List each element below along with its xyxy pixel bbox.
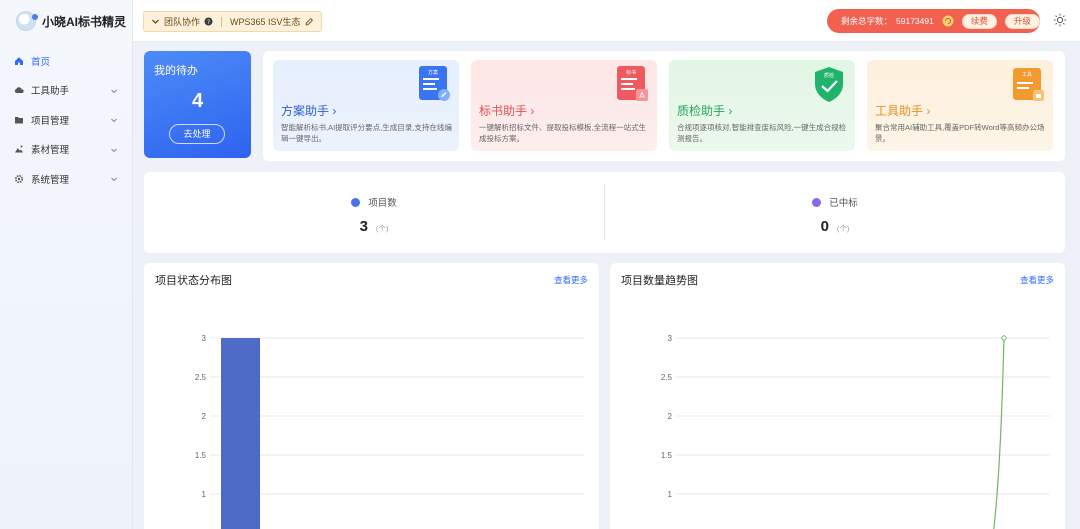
quota-value: 59173491	[896, 16, 934, 26]
y-tick-label: 2	[668, 412, 673, 421]
chevron-down-icon	[111, 118, 117, 123]
divider	[221, 16, 223, 27]
stat-unit: (个)	[375, 224, 389, 233]
stat-project-count: 项目数 3 (个)	[144, 172, 604, 253]
help-icon[interactable]: ?	[204, 17, 213, 26]
topbar: 团队协作 ? WPS365 ISV生态 剩余总字数： 59173491 续费 升…	[133, 0, 1080, 42]
project-trend-chart-card: 项目数量趋势图 查看更多 3 2.5 2 1.5 1	[610, 263, 1065, 529]
stat-dot-icon	[812, 197, 822, 207]
sidebar-item-label: 项目管理	[31, 115, 70, 127]
project-status-chart-card: 项目状态分布图 查看更多 3 2.5 2 1.5 1	[144, 263, 599, 529]
y-tick-label: 2	[202, 412, 207, 421]
bid-document-icon: A 标书	[617, 66, 648, 101]
tool-description: 聚合常用AI辅助工具,覆盖PDF转Word等高频办公场景。	[875, 123, 1045, 143]
sidebar-item-label: 工具助手	[31, 86, 70, 98]
todo-title: 我的待办	[154, 65, 198, 77]
tool-description: 一键解析招标文件、提取投标模板,全流程一站式生成投标方案。	[479, 123, 647, 143]
image-icon	[14, 144, 24, 154]
y-tick-label: 2.5	[195, 373, 207, 382]
go-process-button[interactable]: 去处理	[169, 124, 225, 144]
bar	[221, 338, 260, 529]
shield-icon: 质检	[815, 67, 843, 102]
stat-label: 项目数	[368, 198, 397, 209]
tool-title: 标书助手 ›	[479, 104, 535, 118]
stat-dot-icon	[351, 197, 361, 207]
y-tick-label: 1	[668, 490, 673, 499]
chevron-down-icon	[111, 148, 117, 152]
mascot-logo-icon	[16, 11, 38, 31]
tool-badge: 方案	[428, 69, 438, 76]
trend-line-chart: 3 2.5 2 1.5 1	[661, 334, 1050, 529]
sidebar-item-tools[interactable]: 工具助手	[0, 76, 132, 106]
toolbox-icon: 工具	[1013, 68, 1044, 101]
tool-title: 方案助手 ›	[281, 104, 337, 118]
stat-won-count: 已中标 0 (个)	[605, 172, 1065, 253]
sidebar: 小晓AI标书精灵 首页 工具助手 项目管理 素材管理 系统管理	[0, 0, 133, 529]
stat-value: 0	[820, 218, 829, 235]
svg-text:?: ?	[207, 19, 210, 26]
svg-text:A: A	[639, 91, 645, 100]
app-logo[interactable]: 小晓AI标书精灵	[0, 0, 132, 42]
y-tick-label: 1.5	[661, 451, 673, 460]
chevron-down-icon	[111, 89, 117, 93]
home-icon	[14, 56, 24, 66]
tool-description: 合规项逐项核对,智能排查废标风险,一键生成合规检测报告。	[677, 123, 847, 143]
my-todo-card: 我的待办 4 去处理	[144, 51, 251, 158]
y-tick-label: 1.5	[195, 451, 207, 460]
edit-icon[interactable]	[305, 17, 314, 26]
team-label: 团队协作	[164, 17, 201, 27]
y-tick-label: 3	[668, 334, 673, 343]
word-quota-bar: 剩余总字数： 59173491 续费 升级	[827, 9, 1040, 33]
tool-badge: 质检	[824, 72, 834, 79]
tool-card-utilities[interactable]: 工具 工具助手 › 聚合常用AI辅助工具,覆盖PDF转Word等高频办公场景。	[867, 60, 1053, 151]
tool-card-bid[interactable]: A 标书 标书助手 › 一键解析招标文件、提取投标模板,全流程一站式生成投标方案…	[471, 60, 657, 151]
sidebar-item-label: 系统管理	[31, 174, 70, 186]
stats-panel: 项目数 3 (个) 已中标 0 (个)	[144, 172, 1065, 253]
sidebar-item-projects[interactable]: 项目管理	[0, 105, 132, 135]
proposal-document-icon: 方案	[419, 66, 450, 101]
tool-title: 工具助手 ›	[875, 104, 931, 118]
sidebar-item-system[interactable]: 系统管理	[0, 164, 132, 194]
upgrade-button[interactable]: 升级	[1004, 13, 1040, 29]
cloud-icon	[14, 85, 24, 95]
refresh-icon[interactable]	[942, 15, 954, 27]
todo-count: 4	[191, 90, 204, 112]
series-line	[993, 337, 1005, 529]
quota-label: 剩余总字数：	[841, 16, 893, 26]
stat-label: 已中标	[829, 198, 858, 209]
renew-button[interactable]: 续费	[961, 13, 997, 29]
tool-cards: 方案 方案助手 › 智能解析标书,AI提取评分要点,生成目录,支持在线编辑一键导…	[263, 51, 1065, 161]
sidebar-item-label: 首页	[31, 56, 51, 68]
sidebar-nav: 首页 工具助手 项目管理 素材管理 系统管理	[0, 46, 132, 194]
stat-value: 3	[359, 218, 368, 235]
tool-card-proposal[interactable]: 方案 方案助手 › 智能解析标书,AI提取评分要点,生成目录,支持在线编辑一键导…	[273, 60, 459, 151]
workspace-name: WPS365 ISV生态	[230, 17, 301, 27]
chevron-down-icon	[152, 19, 159, 24]
sidebar-item-materials[interactable]: 素材管理	[0, 135, 132, 165]
folder-icon	[14, 115, 24, 125]
y-tick-label: 2.5	[661, 373, 673, 382]
gear-icon	[14, 174, 24, 184]
tool-description: 智能解析标书,AI提取评分要点,生成目录,支持在线编辑一键导出。	[281, 123, 452, 143]
sidebar-item-home[interactable]: 首页	[0, 46, 132, 76]
tool-card-quality[interactable]: 质检 质检助手 › 合规项逐项核对,智能排查废标风险,一键生成合规检测报告。	[669, 60, 855, 151]
app-name: 小晓AI标书精灵	[42, 14, 127, 29]
data-point	[1001, 335, 1007, 341]
y-tick-label: 3	[202, 334, 207, 343]
sidebar-item-label: 素材管理	[31, 145, 70, 157]
tool-title: 质检助手 ›	[677, 104, 733, 118]
team-workspace-tag[interactable]: 团队协作 ? WPS365 ISV生态	[143, 11, 322, 32]
theme-toggle-icon[interactable]	[1053, 13, 1067, 27]
tool-badge: 标书	[626, 69, 636, 76]
y-tick-label: 1	[202, 490, 207, 499]
tool-badge: 工具	[1022, 72, 1032, 78]
chevron-down-icon	[111, 177, 117, 182]
stat-unit: (个)	[836, 224, 850, 233]
status-bar-chart: 3 2.5 2 1.5 1	[195, 334, 584, 529]
